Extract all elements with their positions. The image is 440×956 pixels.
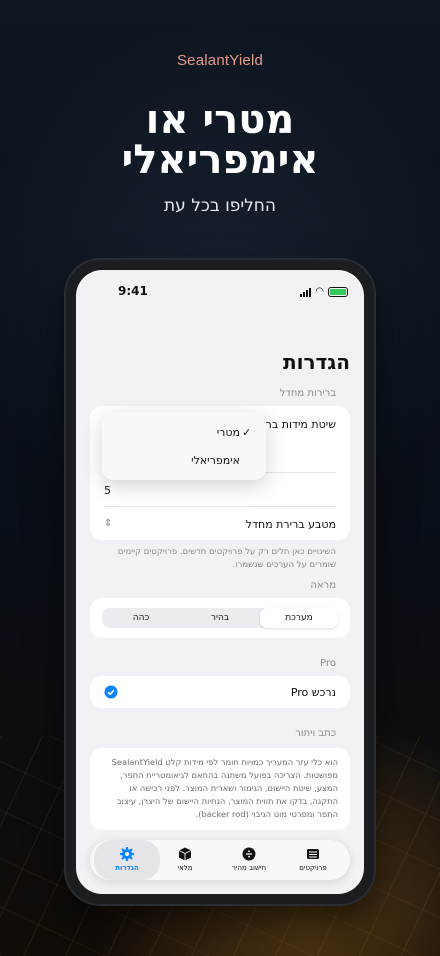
chevron-up-down-icon: ⇕ [104,518,113,529]
projects-icon [307,849,319,859]
inventory-box-icon [178,847,192,861]
wifi-icon: ◠ [315,286,324,297]
pro-card: נרכש Pro [90,676,350,708]
default-currency-label: מטבע ברירת מחדל [245,518,336,531]
status-icons: ◠ [300,286,348,297]
unit-system-label: שיטת מידות ברי [263,418,336,431]
unit-option-imperial[interactable]: אימפריאלי [191,454,240,467]
tab-projects[interactable]: פרויקטים [280,840,346,880]
battery-icon [328,286,348,297]
tab-quick-calc-label: חישוב מהיר [231,864,267,872]
signal-icon [300,287,312,297]
tab-projects-label: פרויקטים [299,864,327,872]
default-value: 5 [104,484,111,497]
tab-settings[interactable]: הגדרות [94,840,160,880]
unit-system-menu: ✓ מטרי אימפריאלי [102,412,266,480]
page-title: הגדרות [282,350,350,374]
tab-inventory[interactable]: מלאי [152,840,218,880]
subline: החליפו בכל עת [163,196,277,216]
headline-line-1: מטרי או [145,97,295,143]
phone-screen: 9:41 ◠ הגדרות ברירות מחדל שיטת מידות ברי… [76,270,364,894]
divider [104,506,336,507]
brand-name: SealantYield [176,52,264,69]
appearance-option-system[interactable]: מערכת [260,608,338,628]
section-appearance: מראה [310,580,336,591]
appearance-option-dark[interactable]: כהה [102,608,180,628]
default-value-field[interactable]: 5 [104,484,336,497]
unit-option-metric[interactable]: מטרי [217,426,240,439]
status-time: 9:41 [118,284,148,298]
section-disclaimer: כתב ויתור [295,728,336,739]
default-currency-row[interactable]: מטבע ברירת מחדל ⇕ [104,518,336,531]
appearance-segmented-control: מערכת בהיר כהה [102,608,338,628]
pro-purchased-label: נרכש Pro [290,686,336,699]
section-defaults: ברירות מחדל [279,388,336,399]
section-pro: Pro [320,658,336,669]
tab-bar: פרויקטים חישוב מהיר מלאי הגדרות [90,840,350,880]
defaults-note: השינויים כאן חלים רק על פרויקטים חדשים. … [117,547,336,570]
gear-icon [120,847,134,861]
quick-calc-icon [242,847,256,861]
tab-inventory-label: מלאי [177,864,193,872]
status-bar: 9:41 ◠ [76,284,364,304]
headline-line-2: אימפריאלי [121,137,319,183]
pro-purchased-row[interactable]: נרכש Pro [104,686,336,699]
checkmark-icon: ✓ [242,426,252,439]
headline: מטרי או אימפריאלי [0,100,440,180]
tab-settings-label: הגדרות [115,864,139,872]
verified-badge-icon [104,685,118,699]
disclaimer-text: הוא כלי עזר המעריך כמויות חומר לפי מידות… [111,757,338,819]
appearance-option-light[interactable]: בהיר [181,608,259,628]
tab-quick-calc[interactable]: חישוב מהיר [216,840,282,880]
